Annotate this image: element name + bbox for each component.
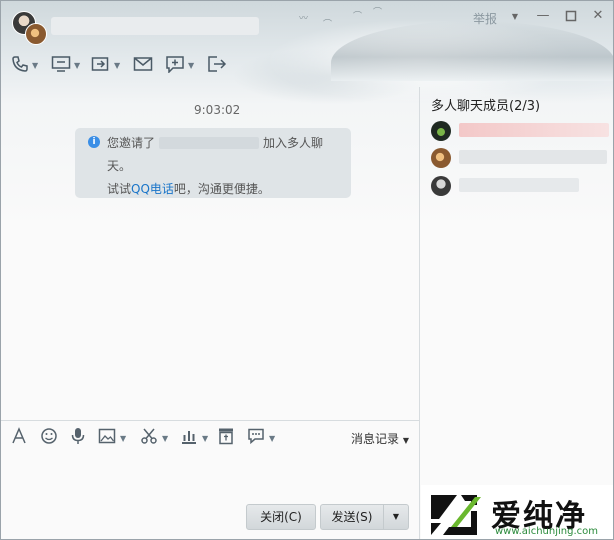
- member-item[interactable]: [429, 174, 609, 198]
- chevron-down-icon: ▼: [392, 512, 400, 521]
- file-transfer-icon[interactable]: ▼: [91, 55, 120, 75]
- avatar: [431, 148, 451, 168]
- chevron-down-icon[interactable]: ▼: [507, 8, 523, 24]
- tip-prefix: 试试: [107, 182, 132, 196]
- member-name-redacted: [459, 150, 607, 164]
- chart-icon[interactable]: ▼: [180, 427, 208, 448]
- system-message-line3: 试试QQ电话吧，沟通更便捷。: [107, 180, 270, 197]
- title-bar: 举报 ▼ — ✕: [1, 1, 613, 45]
- send-options-button[interactable]: ▼: [383, 504, 409, 530]
- screen-share-icon[interactable]: ▼: [51, 55, 80, 75]
- message-history-label: 消息记录: [351, 432, 400, 446]
- exit-icon[interactable]: [207, 55, 227, 75]
- group-avatar[interactable]: [12, 11, 48, 45]
- qq-call-link[interactable]: QQ电话: [131, 182, 174, 196]
- image-icon[interactable]: ▼: [98, 427, 126, 448]
- member-name-redacted: [459, 123, 609, 137]
- message-history-button[interactable]: 消息记录 ▼: [351, 430, 409, 447]
- panel-divider[interactable]: [419, 87, 420, 539]
- member-name-redacted: [459, 178, 579, 192]
- chat-window: 〰 ⌒ ⌒ ⌒ 举报 ▼ — ✕ ▼ ▼ ▼ ▼ 9:03:02 i 您邀请了 …: [0, 0, 614, 540]
- system-message: i 您邀请了 加入多人聊 天。 试试QQ电话吧，沟通更便捷。: [75, 128, 351, 198]
- send-button[interactable]: 发送(S): [320, 504, 384, 530]
- font-icon[interactable]: [11, 427, 27, 448]
- mail-icon[interactable]: [133, 55, 153, 75]
- minimize-icon[interactable]: —: [535, 8, 551, 24]
- emoji-icon[interactable]: [40, 427, 58, 448]
- message-timestamp: 9:03:02: [194, 103, 241, 117]
- add-member-icon[interactable]: ▼: [165, 55, 194, 75]
- watermark: 爱纯净 www.aichunjing.com: [421, 485, 613, 539]
- screenshot-icon[interactable]: ▼: [140, 427, 168, 448]
- chat-toolbar: ▼ ▼ ▼ ▼: [11, 55, 261, 77]
- info-icon: i: [88, 136, 100, 148]
- avatar: [431, 121, 451, 141]
- avatar: [25, 23, 47, 45]
- report-button[interactable]: 举报: [473, 10, 497, 27]
- maximize-icon[interactable]: [563, 8, 579, 24]
- input-toolbar: ▼ ▼ ▼ ▼ 消息记录 ▼: [9, 427, 413, 449]
- member-item[interactable]: [429, 146, 609, 170]
- system-message-suffix: 加入多人聊: [263, 136, 324, 150]
- tip-suffix: 吧，沟通更便捷。: [173, 182, 270, 196]
- chevron-down-icon: ▼: [402, 436, 409, 445]
- members-title: 多人聊天成员(2/3): [431, 99, 541, 114]
- system-message-prefix: 您邀请了: [107, 136, 156, 150]
- invited-name-redacted: [159, 137, 259, 149]
- member-item[interactable]: [429, 119, 609, 143]
- avatar: [431, 176, 451, 196]
- watermark-logo-icon: [431, 495, 481, 535]
- phone-icon[interactable]: ▼: [11, 55, 38, 75]
- watermark-url: www.aichunjing.com: [495, 526, 598, 537]
- system-message-line2: 天。: [107, 159, 132, 173]
- input-divider[interactable]: [1, 420, 419, 421]
- voice-icon[interactable]: [70, 427, 86, 448]
- close-button[interactable]: 关闭(C): [246, 504, 316, 530]
- chat-title-redacted: [51, 17, 259, 35]
- archive-icon[interactable]: [218, 427, 234, 448]
- close-icon[interactable]: ✕: [590, 8, 606, 24]
- chat-bubble-icon[interactable]: ▼: [247, 427, 275, 448]
